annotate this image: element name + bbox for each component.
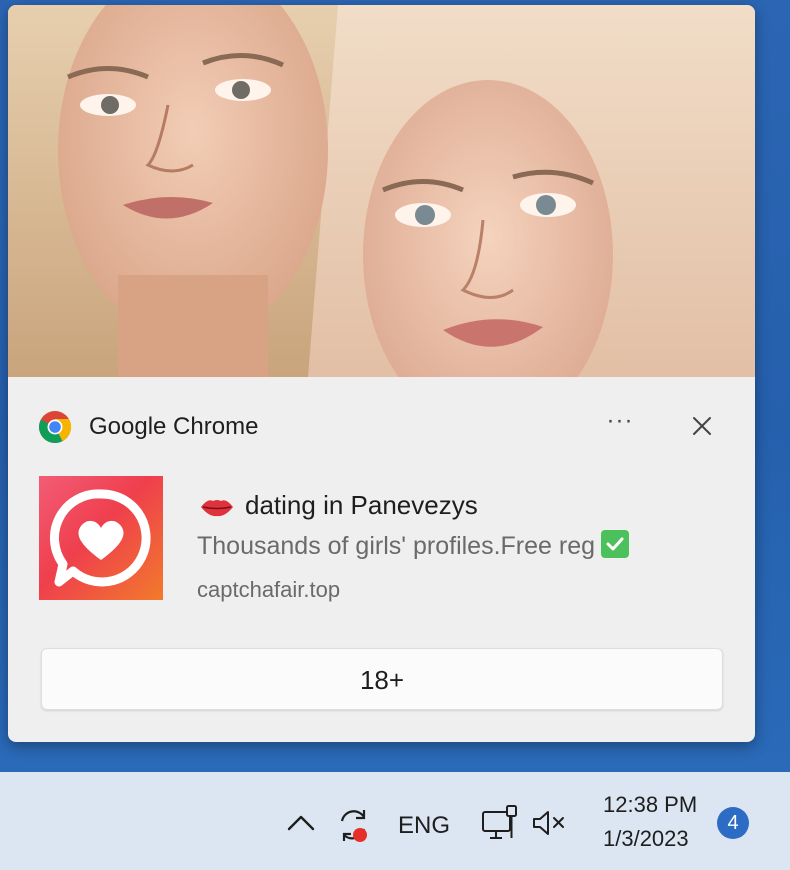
notification-title: dating in Panevezys bbox=[199, 490, 478, 521]
notification-header: Google Chrome ··· bbox=[8, 400, 755, 448]
notification-body: Thousands of girls' profiles.Free reg bbox=[197, 530, 630, 561]
lips-icon bbox=[201, 500, 233, 517]
chat-heart-icon bbox=[49, 489, 151, 587]
notification-source-url: captchafair.top bbox=[197, 577, 341, 602]
taskbar: ENG 12:38 PM 1/3/2023 4 bbox=[0, 772, 790, 870]
notification-body-text: Thousands of girls' profiles.Free reg bbox=[197, 532, 596, 560]
dating-app-logo bbox=[39, 476, 163, 600]
close-icon[interactable] bbox=[682, 406, 722, 446]
notification-count-badge[interactable]: 4 bbox=[717, 807, 749, 839]
sync-icon[interactable] bbox=[334, 805, 374, 845]
clock-date[interactable]: 1/3/2023 bbox=[603, 826, 689, 852]
volume-muted-icon[interactable] bbox=[530, 808, 570, 838]
clock-time[interactable]: 12:38 PM bbox=[603, 792, 697, 818]
notification-hero-image bbox=[8, 5, 755, 377]
notification-title-text: dating in Panevezys bbox=[245, 490, 478, 520]
input-language-indicator[interactable]: ENG bbox=[398, 812, 450, 840]
notification-action-button[interactable]: 18+ bbox=[41, 648, 723, 710]
notification-app-name: Google Chrome bbox=[89, 413, 259, 440]
check-mark-button-icon bbox=[601, 530, 630, 558]
google-chrome-icon bbox=[39, 411, 72, 443]
show-hidden-icons-chevron-up-icon[interactable] bbox=[286, 812, 316, 834]
more-options-button[interactable]: ··· bbox=[596, 406, 644, 446]
photo-two-women bbox=[8, 5, 755, 377]
chrome-notification-toast[interactable]: Google Chrome ··· dating in Panevezys Th… bbox=[8, 5, 755, 742]
network-icon[interactable] bbox=[480, 804, 520, 844]
